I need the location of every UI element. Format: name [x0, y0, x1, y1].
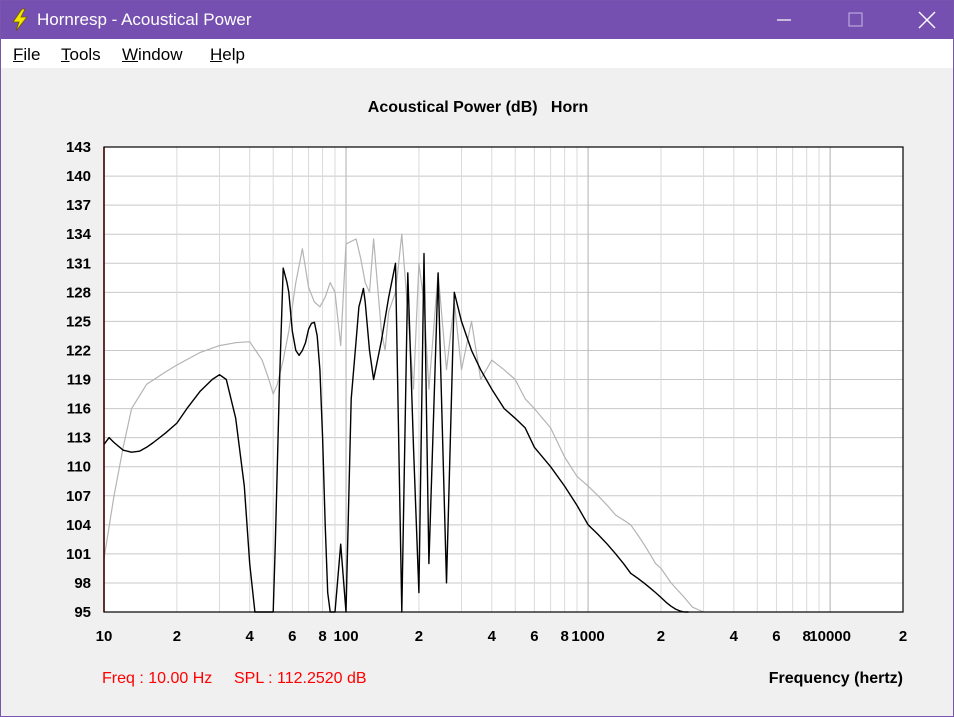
- y-tick-label: 131: [66, 255, 91, 272]
- y-tick-label: 134: [66, 226, 92, 243]
- x-tick-label: 10000: [809, 628, 851, 645]
- menu-help-hotkey: H: [210, 45, 223, 64]
- spl-readout: SPL : 112.2520 dB: [234, 670, 367, 687]
- app-window: Hornresp - Acoustical Power File Tools W…: [0, 0, 954, 717]
- x-tick-label: 4: [246, 628, 255, 645]
- x-tick-label: 8: [560, 628, 568, 645]
- menu-tools-label: ools: [69, 45, 101, 64]
- x-tick-label: 10: [96, 628, 113, 645]
- y-tick-label: 110: [67, 459, 91, 476]
- y-tick-label: 125: [66, 313, 91, 330]
- minimize-icon: [777, 19, 791, 21]
- x-tick-label: 2: [415, 628, 423, 645]
- acoustical-power-chart[interactable]: 9598101104107110113116119122125128131134…: [1, 131, 954, 651]
- y-tick-label: 98: [74, 575, 91, 592]
- x-tick-label: 100: [334, 628, 359, 645]
- menu-file[interactable]: File: [13, 45, 40, 65]
- menu-window-hotkey: W: [122, 45, 139, 64]
- y-tick-label: 119: [67, 372, 91, 389]
- y-tick-label: 113: [67, 430, 91, 447]
- menu-window[interactable]: Window: [122, 45, 182, 65]
- window-title: Hornresp - Acoustical Power: [37, 10, 252, 29]
- y-tick-label: 101: [66, 546, 91, 563]
- y-tick-label: 128: [66, 284, 91, 301]
- menu-tools[interactable]: Tools: [61, 45, 101, 65]
- y-tick-label: 140: [66, 168, 91, 185]
- x-tick-label: 2: [657, 628, 665, 645]
- x-tick-label: 1000: [571, 628, 604, 645]
- menu-window-label: indow: [138, 45, 183, 64]
- x-tick-label: 8: [318, 628, 326, 645]
- menu-file-hotkey: F: [13, 45, 24, 64]
- x-tick-label: 2: [173, 628, 181, 645]
- y-tick-label: 116: [67, 401, 91, 418]
- close-button[interactable]: [904, 1, 950, 39]
- y-tick-label: 95: [74, 604, 91, 621]
- menu-help-label: elp: [222, 45, 245, 64]
- freq-readout: Freq : 10.00 Hz: [102, 670, 213, 687]
- menu-tools-hotkey: T: [61, 45, 70, 64]
- y-tick-label: 104: [66, 517, 92, 534]
- y-tick-label: 107: [66, 488, 91, 505]
- menu-help[interactable]: Help: [210, 45, 245, 65]
- minimize-button[interactable]: [761, 1, 807, 39]
- maximize-button[interactable]: [833, 1, 879, 39]
- close-icon: [918, 11, 936, 29]
- y-tick-label: 143: [66, 139, 91, 156]
- title-bar[interactable]: Hornresp - Acoustical Power: [1, 1, 953, 39]
- menu-bar: File Tools Window Help: [1, 39, 953, 68]
- maximize-icon: [848, 12, 863, 27]
- y-tick-label: 137: [66, 197, 91, 214]
- menu-file-label: ile: [23, 45, 41, 64]
- y-tick-label: 122: [66, 342, 91, 359]
- x-tick-label: 2: [899, 628, 907, 645]
- x-tick-label: 6: [530, 628, 538, 645]
- x-tick-label: 4: [488, 628, 497, 645]
- x-axis-label: Frequency (hertz): [768, 670, 903, 687]
- x-tick-label: 6: [772, 628, 780, 645]
- x-tick-label: 4: [730, 628, 739, 645]
- chart-title: Acoustical Power (dB) Horn: [367, 99, 589, 116]
- x-tick-label: 6: [288, 628, 296, 645]
- lightning-bolt-icon: [12, 8, 28, 32]
